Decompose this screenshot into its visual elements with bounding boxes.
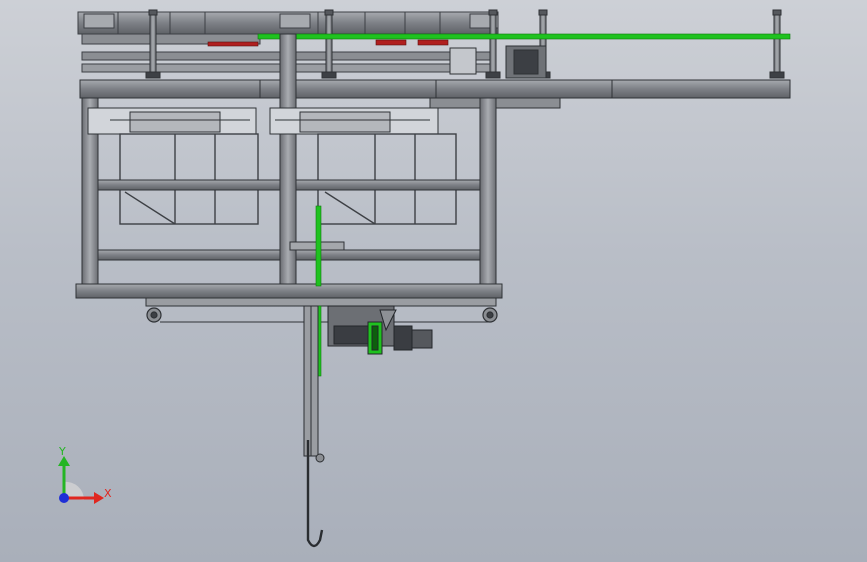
carriage-panels <box>87 107 439 135</box>
leveling-foot <box>769 9 785 79</box>
rail-wheels <box>146 307 498 323</box>
base-beam <box>75 283 503 323</box>
cad-viewport[interactable]: Y X <box>0 0 867 562</box>
highlighted-top-rod <box>257 33 791 40</box>
z-axis-dot <box>59 493 69 503</box>
hoist-motor-assembly <box>327 305 433 355</box>
cad-assembly-drawing[interactable]: Y X <box>0 0 867 562</box>
x-axis-arrowhead <box>94 492 104 504</box>
x-axis-label: X <box>104 487 112 500</box>
y-axis-label: Y <box>58 445 66 458</box>
coordinate-triad: Y X <box>58 445 112 504</box>
main-horizontal-beam <box>79 79 791 109</box>
